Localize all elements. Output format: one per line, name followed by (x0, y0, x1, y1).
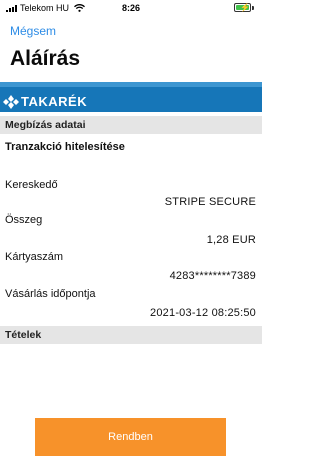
amount-value: 1,28 EUR (206, 234, 256, 246)
card-number-value: 4283********7389 (169, 270, 256, 282)
bank-logo: TAKARÉK (3, 94, 87, 109)
amount-label: Összeg (5, 214, 43, 226)
merchant-label: Kereskedő (5, 179, 58, 191)
order-details-header: Megbízás adatai (0, 116, 262, 134)
bank-logo-text: TAKARÉK (21, 94, 88, 109)
purchase-time-label: Vásárlás időpontja (5, 288, 96, 300)
transaction-title: Tranzakció hitelesítése (5, 141, 125, 153)
battery-icon: ⚡ (234, 3, 254, 12)
page-title: Aláírás (10, 47, 81, 70)
cancel-button[interactable]: Mégsem (10, 24, 56, 38)
items-header: Tételek (0, 326, 262, 344)
status-bar: Telekom HU 8:26 ⚡ (0, 0, 262, 17)
clock: 8:26 (121, 3, 140, 13)
merchant-value: STRIPE SECURE (164, 196, 256, 208)
ok-button[interactable]: Rendben (35, 418, 226, 456)
bank-header: TAKARÉK (0, 82, 262, 112)
card-number-label: Kártyaszám (5, 251, 64, 263)
purchase-time-value: 2021-03-12 08:25:50 (150, 307, 256, 319)
takarek-logo-icon (3, 94, 19, 109)
